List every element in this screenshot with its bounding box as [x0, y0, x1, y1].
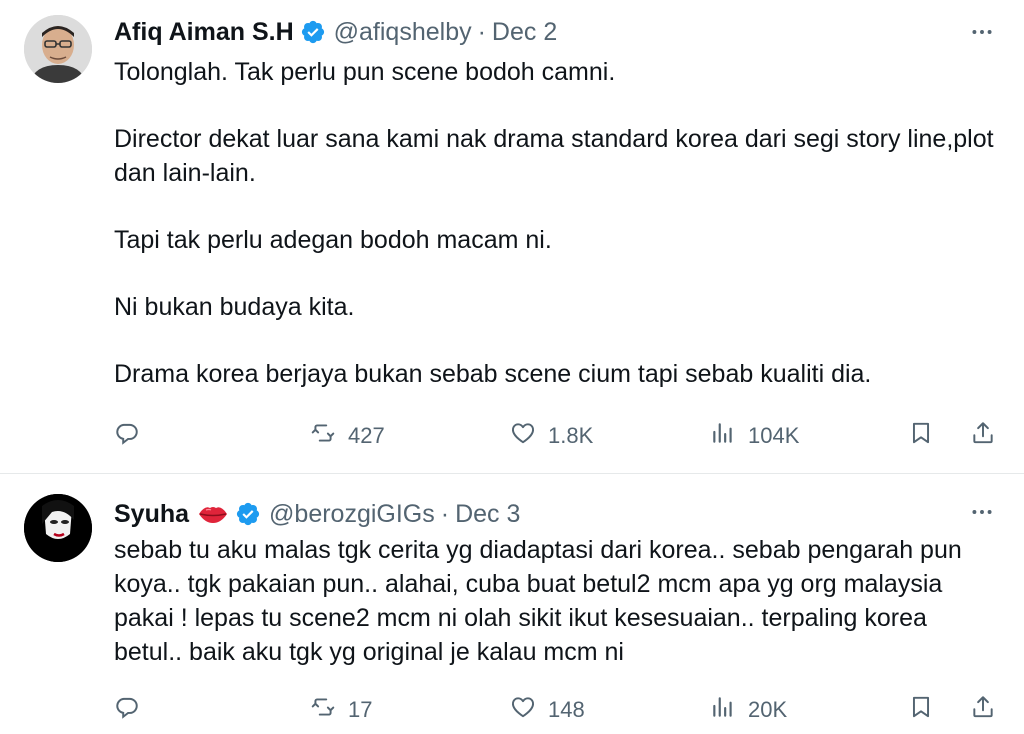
avatar[interactable] [24, 494, 92, 562]
user-handle[interactable]: @afiqshelby [334, 18, 472, 47]
reply-button[interactable] [114, 418, 152, 454]
views-icon [710, 694, 736, 726]
reply-icon [114, 694, 140, 726]
display-name[interactable]: Syuha [114, 500, 189, 529]
tweet-paragraph: Tolonglah. Tak perlu pun scene bodoh cam… [114, 58, 616, 86]
retweet-count: 17 [348, 697, 373, 722]
verified-icon [235, 501, 261, 527]
like-icon [510, 694, 536, 726]
views-button[interactable]: 20K [710, 692, 787, 728]
separator: · [440, 499, 450, 528]
share-button[interactable] [970, 418, 996, 454]
tweet-paragraph: Drama korea berjaya bukan sebab scene ci… [114, 360, 872, 388]
bookmark-button[interactable] [908, 418, 934, 454]
like-button[interactable]: 148 [510, 692, 585, 728]
tweet-paragraph: Director dekat luar sana kami nak drama … [114, 125, 994, 187]
bookmark-button[interactable] [908, 692, 934, 728]
separator: · [477, 17, 486, 46]
tweet-date[interactable]: Dec 2 [492, 18, 557, 47]
reply-button[interactable] [114, 692, 152, 728]
retweet-icon [310, 420, 336, 452]
tweet-text: Tolonglah. Tak perlu pun scene bodoh cam… [114, 55, 994, 391]
lips-emoji-icon [197, 503, 229, 525]
tweet-header: Afiq Aiman S.H @afiqshelby · Dec 2 [114, 16, 557, 48]
user-handle[interactable]: @berozgiGIGs [269, 500, 435, 529]
bookmark-icon [908, 420, 934, 452]
views-count: 20K [748, 697, 788, 722]
tweet-actions: 427 1.8K 104K [114, 418, 1004, 454]
like-icon [510, 420, 536, 452]
tweet-paragraph: Ni bukan budaya kita. [114, 293, 355, 321]
retweet-count: 427 [348, 423, 385, 448]
retweet-button[interactable]: 427 [310, 418, 385, 454]
retweet-button[interactable]: 17 [310, 692, 372, 728]
views-count: 104K [748, 423, 800, 448]
bookmark-icon [908, 694, 934, 726]
share-icon [970, 420, 996, 452]
tweet-text: sebab tu aku malas tgk cerita yg diadapt… [114, 533, 994, 669]
more-icon[interactable] [968, 498, 996, 526]
views-button[interactable]: 104K [710, 418, 799, 454]
tweet-paragraph: sebab tu aku malas tgk cerita yg diadapt… [114, 536, 962, 666]
display-name[interactable]: Afiq Aiman S.H [114, 18, 294, 47]
like-count: 148 [548, 697, 585, 722]
share-button[interactable] [970, 692, 996, 728]
tweet[interactable]: Afiq Aiman S.H @afiqshelby · Dec 2 Tolon… [0, 0, 1024, 474]
verified-icon [300, 19, 326, 45]
tweet-paragraph: Tapi tak perlu adegan bodoh macam ni. [114, 226, 552, 254]
tweet-header: Syuha @berozgiGIGs · Dec 3 [114, 498, 520, 530]
tweet[interactable]: Syuha @berozgiGIGs · Dec 3 sebab tu aku … [0, 474, 1024, 734]
reply-icon [114, 420, 140, 452]
more-icon[interactable] [968, 18, 996, 46]
views-icon [710, 420, 736, 452]
tweet-date[interactable]: Dec 3 [455, 500, 520, 529]
retweet-icon [310, 694, 336, 726]
like-count: 1.8K [548, 423, 594, 448]
share-icon [970, 694, 996, 726]
tweet-actions: 17 148 20K [114, 692, 1004, 728]
avatar[interactable] [24, 15, 92, 83]
like-button[interactable]: 1.8K [510, 418, 593, 454]
